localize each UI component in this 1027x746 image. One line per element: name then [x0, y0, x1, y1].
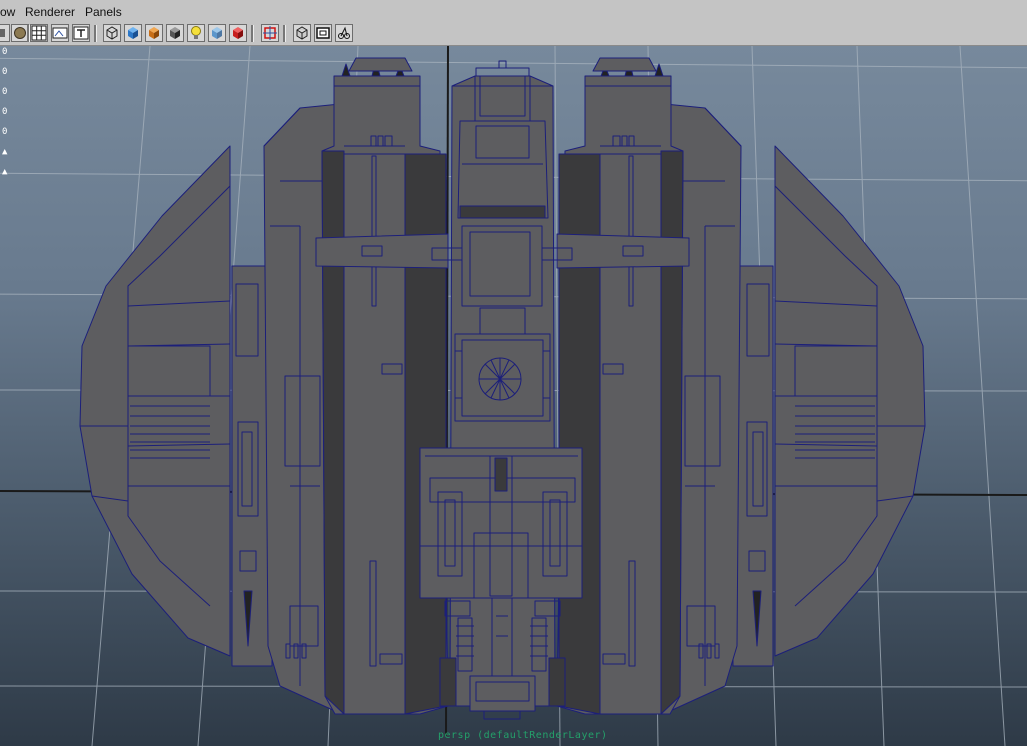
shaded-cube-icon[interactable] — [124, 24, 142, 42]
menu-renderer[interactable]: Renderer — [25, 5, 75, 19]
cockpit-block — [457, 120, 549, 219]
hud-readout: 0 0 0 0 0 ▲ ▲ — [2, 46, 14, 186]
left-hull-panel — [79, 145, 231, 657]
resolution-gate-icon[interactable] — [314, 24, 332, 42]
lighting-bulb-icon[interactable] — [187, 24, 205, 42]
xray-cube-icon[interactable] — [208, 24, 226, 42]
hardware-render-cube-icon[interactable] — [229, 24, 247, 42]
hud-value: 0 — [2, 67, 8, 77]
grid-toggle-icon[interactable] — [30, 24, 48, 42]
xray-joints-icon[interactable] — [293, 24, 311, 42]
isolate-select-icon[interactable] — [261, 24, 279, 42]
spaceship-model — [79, 57, 926, 720]
hud-value: 0 — [2, 127, 8, 137]
right-hull-panel — [774, 145, 926, 657]
hud-value: ▲ — [2, 147, 8, 157]
camera-joint-icon[interactable] — [335, 24, 353, 42]
hud-value: 0 — [2, 87, 8, 97]
perspective-viewport[interactable]: 0 0 0 0 0 ▲ ▲ persp (defaultRenderLayer) — [0, 46, 1027, 746]
hud-value: 0 — [2, 47, 8, 57]
scene-view — [0, 46, 1027, 746]
textured-cube-icon[interactable] — [145, 24, 163, 42]
shadows-cube-icon[interactable] — [166, 24, 184, 42]
image-plane-icon[interactable] — [51, 24, 69, 42]
hud-value: 0 — [2, 107, 8, 117]
camera-name-label: persp (defaultRenderLayer) — [438, 730, 608, 741]
menu-bar: ow Renderer Panels — [0, 0, 1027, 23]
panel-toolbar — [0, 22, 1027, 46]
wireframe-cube-icon[interactable] — [103, 24, 121, 42]
hud-value: ▲ — [2, 167, 8, 177]
menu-panels[interactable]: Panels — [85, 5, 122, 19]
menu-show[interactable]: ow — [0, 5, 15, 19]
textured-icon[interactable] — [72, 24, 90, 42]
camera-attributes-icon[interactable] — [0, 24, 10, 42]
